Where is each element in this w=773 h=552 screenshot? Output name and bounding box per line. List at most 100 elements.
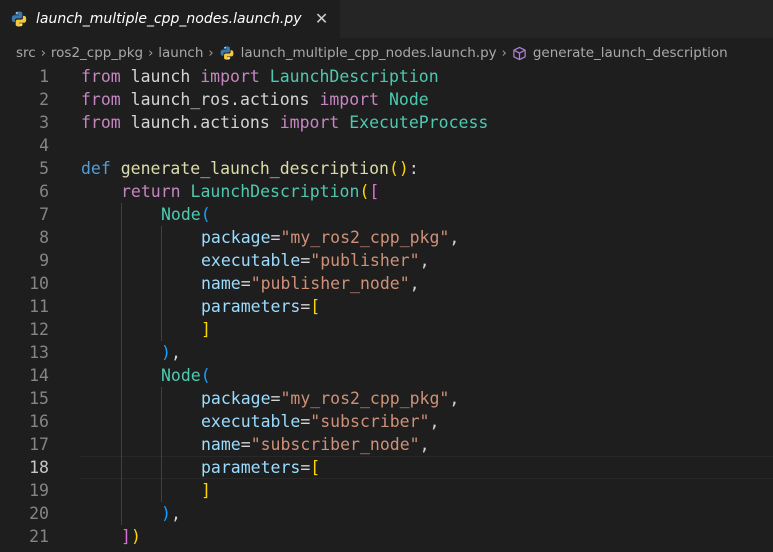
line-number: 16: [29, 412, 49, 431]
code-text: ]: [201, 479, 211, 502]
indent-guide: [121, 433, 122, 456]
code-text: def generate_launch_description():: [81, 157, 419, 180]
code-line[interactable]: 3 from launch.actions import ExecuteProce…: [0, 111, 773, 134]
indent-guide: [161, 318, 162, 341]
code-text: from launch import LaunchDescription: [81, 65, 439, 88]
indent-guide: [121, 318, 122, 341]
code-line[interactable]: 6 return LaunchDescription([: [0, 180, 773, 203]
breadcrumb-item-file[interactable]: launch_multiple_cpp_nodes.launch.py ›: [219, 45, 512, 61]
line-number: 2: [39, 90, 49, 109]
indent-guide: [161, 456, 162, 479]
code-token: from: [81, 113, 121, 132]
code-token: "my_ros2_cpp_pkg": [280, 389, 450, 408]
code-editor[interactable]: 1 from launch import LaunchDescription 2 fr…: [0, 65, 773, 552]
code-token: "subscriber": [310, 412, 430, 431]
code-token: Node: [388, 90, 429, 109]
code-line[interactable]: 12]: [0, 318, 773, 341]
line-number: 15: [29, 389, 49, 408]
code-line[interactable]: 9 executable="publisher",: [0, 249, 773, 272]
indent-guide: [161, 433, 162, 456]
code-text: package="my_ros2_cpp_pkg",: [201, 387, 459, 410]
code-token: name: [201, 435, 241, 454]
code-line[interactable]: 7 Node(: [0, 203, 773, 226]
code-token: "publisher_node": [250, 274, 410, 293]
code-line[interactable]: 20),: [0, 502, 773, 525]
cube-icon: [512, 46, 527, 61]
code-text: from launch.actions import ExecuteProces…: [81, 111, 488, 134]
code-line[interactable]: 5 def generate_launch_description():: [0, 157, 773, 180]
code-line[interactable]: 10 name="publisher_node",: [0, 272, 773, 295]
code-token: ]: [201, 320, 211, 339]
code-line[interactable]: 11 parameters=[: [0, 295, 773, 318]
code-token: executable: [201, 412, 301, 431]
breadcrumb-item-launch[interactable]: launch ›: [158, 45, 218, 61]
code-token: ]: [201, 481, 211, 500]
line-number: 13: [29, 343, 49, 362]
line-number: 19: [29, 481, 49, 500]
code-token: [: [369, 182, 380, 201]
line-number: 17: [29, 435, 49, 454]
line-number: 21: [29, 527, 49, 546]
code-token: =: [300, 251, 311, 270]
code-token: launch.actions: [120, 113, 280, 132]
code-token: import: [200, 67, 260, 86]
code-text: ]): [121, 525, 141, 548]
code-token: (: [359, 182, 370, 201]
line-number: 11: [29, 297, 49, 316]
indent-guide: [121, 479, 122, 502]
code-line[interactable]: 18 parameters=[: [0, 456, 773, 479]
breadcrumb-item-src[interactable]: src ›: [16, 45, 51, 61]
code-line[interactable]: 19]: [0, 479, 773, 502]
code-text: executable="publisher",: [201, 249, 430, 272]
code-line[interactable]: 2 from launch_ros.actions import Node: [0, 88, 773, 111]
code-token: from: [81, 67, 121, 86]
code-token: =: [240, 274, 251, 293]
indent-guide: [161, 410, 162, 433]
line-number: 5: [39, 159, 49, 178]
code-token: "publisher": [310, 251, 420, 270]
breadcrumb-label: launch: [158, 45, 204, 61]
line-number: 8: [39, 228, 49, 247]
code-token: [: [310, 297, 321, 316]
code-token: LaunchDescription: [190, 182, 360, 201]
code-token: executable: [201, 251, 301, 270]
close-icon[interactable]: ✕: [314, 11, 330, 27]
code-line[interactable]: 16 executable="subscriber",: [0, 410, 773, 433]
code-text: name="subscriber_node",: [201, 433, 430, 456]
code-token: "subscriber_node": [250, 435, 420, 454]
indent-guide: [121, 272, 122, 295]
code-text: parameters=[: [201, 456, 320, 479]
indent-guide: [121, 341, 122, 364]
code-line[interactable]: 8 package="my_ros2_cpp_pkg",: [0, 226, 773, 249]
code-token: =: [300, 412, 311, 431]
indent-guide: [161, 387, 162, 410]
code-token: =: [300, 297, 311, 316]
code-line[interactable]: 1 from launch import LaunchDescription: [0, 65, 773, 88]
code-line[interactable]: 21]): [0, 525, 773, 548]
breadcrumb-label: generate_launch_description: [532, 45, 728, 61]
breadcrumb-item-package[interactable]: ros2_cpp_pkg ›: [51, 45, 158, 61]
tab-launch-file[interactable]: launch_multiple_cpp_nodes.launch.py ✕: [0, 0, 341, 38]
chevron-right-icon: ›: [208, 45, 214, 61]
code-line[interactable]: 13),: [0, 341, 773, 364]
indent-guide: [121, 456, 122, 479]
code-token: =: [300, 458, 311, 477]
code-token: from: [81, 90, 121, 109]
code-line[interactable]: 15 package="my_ros2_cpp_pkg",: [0, 387, 773, 410]
code-line[interactable]: 17 name="subscriber_node",: [0, 433, 773, 456]
code-token: [: [310, 458, 321, 477]
code-token: ,: [449, 228, 460, 247]
code-token: (: [200, 205, 211, 224]
breadcrumb-item-symbol[interactable]: generate_launch_description: [512, 45, 728, 61]
line-number: 20: [29, 504, 49, 523]
line-number: 18: [29, 458, 49, 477]
code-text: ),: [161, 341, 181, 364]
code-token: ,: [419, 251, 430, 270]
python-icon: [10, 10, 28, 28]
code-line[interactable]: 4: [0, 134, 773, 157]
python-icon: [219, 45, 235, 61]
code-line[interactable]: 14 Node(: [0, 364, 773, 387]
code-token: ExecuteProcess: [349, 113, 489, 132]
